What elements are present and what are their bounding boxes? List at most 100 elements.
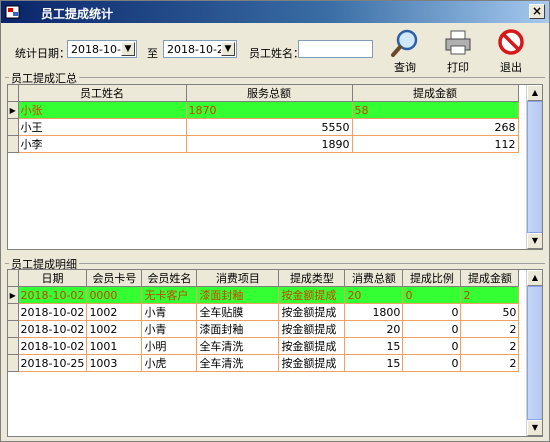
member-card-cell[interactable]: 1002 [86,320,143,338]
service-item-cell[interactable]: 全车清洗 [196,354,280,372]
date-label: 统计日期： [15,47,70,60]
scroll-up-icon[interactable]: ▲ [527,85,542,101]
service-item-cell[interactable]: 漆面封釉 [196,286,280,304]
table-row[interactable]: 小李 1890 112 [8,135,519,153]
close-button[interactable]: × [529,4,545,19]
service-total-cell[interactable]: 1870 [186,101,353,119]
summary-vertical-scrollbar[interactable]: ▲ ▼ [526,85,542,249]
spend-total-cell[interactable]: 20 [344,320,404,338]
detail-group-border [5,263,545,264]
summary-group-border [5,77,545,78]
row-indicator [8,354,19,372]
service-total-cell[interactable]: 5550 [186,118,353,136]
employee-name-cell[interactable]: 小张 [18,101,187,119]
commission-rate-cell[interactable]: 0 [402,337,462,355]
exit-button[interactable]: 退出 [494,29,528,75]
commission-rate-cell[interactable]: 0 [402,354,462,372]
spend-total-cell[interactable]: 15 [344,354,404,372]
calendar-dropdown-icon[interactable]: ▼ [221,42,235,56]
date-cell[interactable]: 2018-10-25 [18,354,88,372]
commission-amount-cell[interactable]: 50 [460,303,520,321]
service-item-cell[interactable]: 漆面封釉 [196,320,280,338]
end-date-picker[interactable]: 2018-10-25 ▼ [163,40,237,58]
magnifier-icon [391,29,418,57]
start-date-picker[interactable]: 2018-10-01 ▼ [67,40,137,58]
table-row[interactable]: ▶ 2018-10-02 0000 无卡客户 漆面封釉 按金额提成 20 0 2 [8,286,520,304]
column-header-commission-type[interactable]: 提成类型 [278,270,346,287]
member-name-cell[interactable]: 无卡客户 [141,286,198,304]
date-cell[interactable]: 2018-10-02 [18,337,88,355]
service-total-cell[interactable]: 1890 [186,135,353,153]
spend-total-cell[interactable]: 20 [344,286,404,304]
date-cell[interactable]: 2018-10-02 [18,320,88,338]
service-item-cell[interactable]: 全车清洗 [196,337,280,355]
commission-rate-cell[interactable]: 0 [402,320,462,338]
column-header-commission-amount[interactable]: 提成金额 [460,270,520,287]
employee-name-cell[interactable]: 小李 [18,135,187,153]
scroll-thumb[interactable] [527,101,542,233]
detail-vertical-scrollbar[interactable]: ▲ ▼ [526,270,542,436]
member-card-cell[interactable]: 1001 [86,337,143,355]
column-header-employee-name[interactable]: 员工姓名 [18,85,187,102]
column-header-date[interactable]: 日期 [18,270,88,287]
table-row[interactable]: ▶ 小张 1870 58 [8,101,519,119]
row-indicator [8,337,19,355]
column-header-service-item[interactable]: 消费项目 [196,270,280,287]
calendar-dropdown-icon[interactable]: ▼ [121,42,135,56]
column-header-commission-rate[interactable]: 提成比例 [402,270,462,287]
commission-amount-cell[interactable]: 2 [460,337,520,355]
commission-rate-cell[interactable]: 0 [402,286,462,304]
table-row[interactable]: 2018-10-25 1003 小虎 全车清洗 按金额提成 15 0 2 [8,354,520,372]
commission-amount-cell[interactable]: 58 [352,101,519,119]
scroll-thumb[interactable] [527,286,542,420]
spend-total-cell[interactable]: 15 [344,337,404,355]
print-button[interactable]: 打印 [441,29,475,75]
row-indicator [8,320,19,338]
service-item-cell[interactable]: 全车贴膜 [196,303,280,321]
commission-amount-cell[interactable]: 2 [460,354,520,372]
commission-amount-cell[interactable]: 268 [352,118,519,136]
commission-type-cell[interactable]: 按金额提成 [278,354,346,372]
commission-amount-cell[interactable]: 112 [352,135,519,153]
window-title: 员工提成统计 [41,7,114,21]
employee-name-input[interactable] [298,40,373,58]
column-header-spend-total[interactable]: 消费总额 [344,270,404,287]
commission-type-cell[interactable]: 按金额提成 [278,337,346,355]
member-name-cell[interactable]: 小明 [141,337,198,355]
date-range-separator: 至 [147,47,158,60]
spend-total-cell[interactable]: 1800 [344,303,404,321]
row-indicator [8,135,19,153]
date-cell[interactable]: 2018-10-02 [18,286,88,304]
query-button[interactable]: 查询 [388,29,422,75]
commission-type-cell[interactable]: 按金额提成 [278,320,346,338]
column-header-commission-amount[interactable]: 提成金额 [352,85,519,102]
table-row[interactable]: 2018-10-02 1001 小明 全车清洗 按金额提成 15 0 2 [8,337,520,355]
app-icon [5,5,20,19]
query-label: 查询 [394,61,416,74]
member-card-cell[interactable]: 1003 [86,354,143,372]
commission-rate-cell[interactable]: 0 [402,303,462,321]
column-header-member-card[interactable]: 会员卡号 [86,270,143,287]
table-row[interactable]: 2018-10-02 1002 小青 全车贴膜 按金额提成 1800 0 50 [8,303,520,321]
print-label: 打印 [447,61,469,74]
commission-type-cell[interactable]: 按金额提成 [278,303,346,321]
column-header-service-total[interactable]: 服务总额 [186,85,353,102]
detail-grid[interactable]: 日期 会员卡号 会员姓名 消费项目 提成类型 消费总额 提成比例 提成金额 ▶ … [7,269,543,437]
member-name-cell[interactable]: 小青 [141,320,198,338]
scroll-up-icon[interactable]: ▲ [527,270,542,286]
table-row[interactable]: 小王 5550 268 [8,118,519,136]
member-card-cell[interactable]: 0000 [86,286,143,304]
table-row[interactable]: 2018-10-02 1002 小青 漆面封釉 按金额提成 20 0 2 [8,320,520,338]
member-name-cell[interactable]: 小虎 [141,354,198,372]
commission-amount-cell[interactable]: 2 [460,320,520,338]
scroll-down-icon[interactable]: ▼ [527,233,542,249]
member-name-cell[interactable]: 小青 [141,303,198,321]
scroll-down-icon[interactable]: ▼ [527,420,542,436]
date-cell[interactable]: 2018-10-02 [18,303,88,321]
summary-grid[interactable]: 员工姓名 服务总额 提成金额 ▶ 小张 1870 58 小王 5550 268 [7,84,543,250]
column-header-member-name[interactable]: 会员姓名 [141,270,198,287]
commission-type-cell[interactable]: 按金额提成 [278,286,346,304]
commission-amount-cell[interactable]: 2 [460,286,520,304]
employee-name-cell[interactable]: 小王 [18,118,187,136]
member-card-cell[interactable]: 1002 [86,303,143,321]
